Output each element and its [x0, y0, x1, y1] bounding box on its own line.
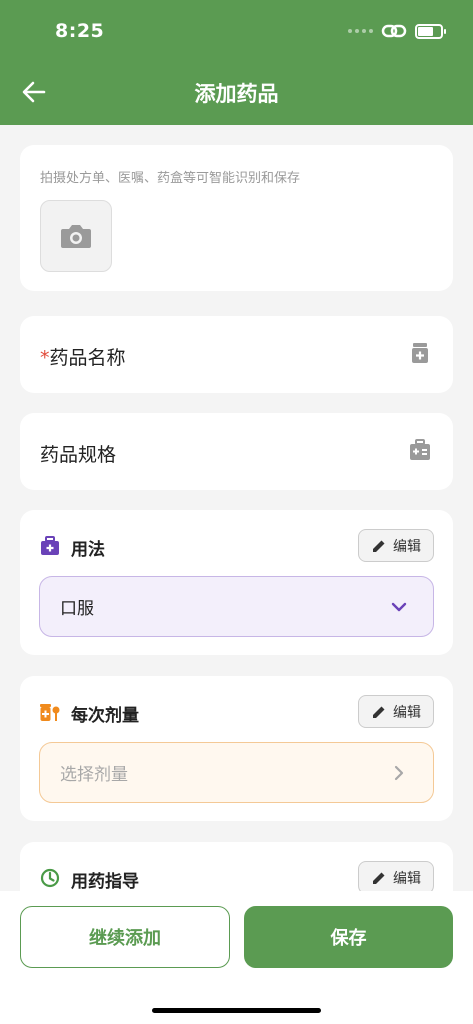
dosage-section: 每次剂量 编辑 选择剂量	[20, 676, 453, 821]
photo-card: 拍摄处方单、医嘱、药盒等可智能识别和保存	[20, 145, 453, 291]
guide-edit-button[interactable]: 编辑	[358, 861, 434, 894]
camera-button[interactable]	[40, 200, 112, 272]
pencil-icon	[373, 706, 385, 718]
page-title: 添加药品	[194, 82, 279, 106]
continue-add-button[interactable]: 继续添加	[20, 906, 230, 968]
battery-icon	[415, 23, 446, 39]
pencil-icon	[373, 540, 385, 552]
guide-title: 用药指导	[71, 872, 139, 892]
bottom-action-bar: 继续添加 保存	[0, 891, 473, 1024]
pencil-icon	[373, 872, 385, 884]
save-button[interactable]: 保存	[244, 906, 453, 968]
clock-icon	[40, 868, 60, 888]
photo-hint: 拍摄处方单、医嘱、药盒等可智能识别和保存	[40, 171, 301, 186]
usage-section: 用法 编辑 口服	[20, 510, 453, 655]
dosage-title: 每次剂量	[71, 706, 139, 726]
chevron-down-icon	[391, 602, 407, 612]
edit-label: 编辑	[393, 870, 421, 887]
usage-select[interactable]: 口服	[39, 576, 434, 637]
medical-bag-icon	[41, 536, 59, 555]
edit-label: 编辑	[393, 704, 421, 721]
medical-kit-icon[interactable]	[409, 439, 431, 461]
medicine-spec-label: 药品规格	[40, 444, 117, 466]
dosage-select[interactable]: 选择剂量	[39, 742, 434, 803]
pills-icon	[40, 704, 60, 721]
home-indicator	[152, 1008, 321, 1013]
status-indicators	[348, 22, 446, 40]
chevron-right-icon	[394, 765, 404, 781]
edit-label: 编辑	[393, 538, 421, 555]
dosage-placeholder: 选择剂量	[60, 765, 128, 785]
medicine-name-label: *药品名称	[40, 347, 126, 369]
usage-edit-button[interactable]: 编辑	[358, 529, 434, 562]
link-icon	[381, 24, 407, 38]
medicine-spec-field[interactable]: 药品规格	[20, 413, 453, 490]
camera-icon	[61, 225, 91, 248]
dosage-edit-button[interactable]: 编辑	[358, 695, 434, 728]
usage-value: 口服	[60, 599, 94, 619]
required-mark: *	[40, 347, 50, 369]
medicine-bottle-icon[interactable]	[409, 342, 431, 364]
medicine-name-field[interactable]: *药品名称	[20, 316, 453, 393]
status-time: 8:25	[55, 20, 105, 42]
signal-icon	[348, 29, 373, 33]
usage-title: 用法	[71, 540, 105, 560]
app-header: 8:25 添加药品	[0, 0, 473, 125]
